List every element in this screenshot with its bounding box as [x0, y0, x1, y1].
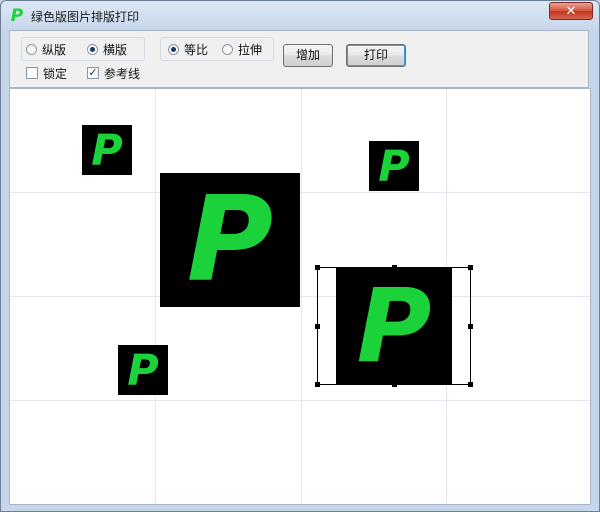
guide-line-horizontal	[10, 400, 590, 401]
layout-canvas[interactable]: P P P P P	[9, 88, 591, 505]
add-button[interactable]: 增加	[283, 44, 333, 67]
close-button[interactable]: ✕	[549, 2, 593, 20]
stretch-radio[interactable]: 拉伸	[222, 41, 262, 57]
guides-checkbox-box[interactable]: ✓	[87, 67, 99, 79]
app-p-icon: P	[10, 6, 24, 26]
resize-handle-top-left[interactable]	[315, 265, 320, 270]
proportional-radio[interactable]: 等比	[168, 41, 208, 57]
toolbar: 纵版 横版 等比 拉伸 锁定 ✓ 参考线 增加 打印	[9, 30, 589, 88]
resize-handle-bottom-left[interactable]	[315, 382, 320, 387]
p-logo-icon: P	[378, 142, 410, 191]
p-logo-icon: P	[357, 268, 432, 384]
lock-label: 锁定	[43, 66, 68, 81]
stretch-radio-indicator[interactable]	[222, 43, 233, 55]
proportional-label: 等比	[184, 42, 209, 57]
lock-checkbox[interactable]: 锁定	[26, 65, 67, 81]
proportional-radio-indicator[interactable]	[168, 43, 179, 55]
p-logo-icon: P	[91, 126, 123, 175]
resize-handle-right[interactable]	[468, 324, 473, 329]
landscape-radio[interactable]: 横版	[87, 41, 127, 57]
placed-image-selected[interactable]: P	[336, 268, 452, 384]
svg-text:P: P	[127, 346, 159, 395]
placed-image[interactable]: P	[369, 141, 419, 191]
app-window: P 绿色版图片排版打印 ✕ 纵版 横版 等比 拉伸 锁定 ✓ 参考线 增加 打印…	[0, 0, 600, 512]
svg-text:P: P	[91, 126, 123, 175]
print-button[interactable]: 打印	[346, 44, 406, 67]
guide-line-horizontal	[10, 296, 590, 297]
p-logo-icon: P	[187, 173, 273, 307]
guides-checkbox[interactable]: ✓ 参考线	[87, 65, 140, 81]
svg-text:P: P	[357, 268, 432, 384]
selected-image-frame[interactable]: P	[315, 265, 473, 387]
landscape-label: 横版	[103, 42, 128, 57]
landscape-radio-indicator[interactable]	[87, 43, 98, 55]
placed-image[interactable]: P	[160, 173, 300, 307]
placed-image[interactable]: P	[118, 345, 168, 395]
placed-image[interactable]: P	[82, 125, 132, 175]
resize-handle-left[interactable]	[315, 324, 320, 329]
resize-handle-bottom-right[interactable]	[468, 382, 473, 387]
portrait-radio-indicator[interactable]	[26, 43, 37, 55]
guide-line-horizontal	[10, 192, 590, 193]
resize-handle-top[interactable]	[392, 265, 397, 270]
svg-text:P: P	[378, 142, 410, 191]
stretch-label: 拉伸	[238, 42, 263, 57]
guides-label: 参考线	[104, 66, 141, 81]
p-logo-icon: P	[127, 346, 159, 395]
window-title: 绿色版图片排版打印	[31, 10, 140, 24]
lock-checkbox-box[interactable]	[26, 67, 38, 79]
portrait-radio[interactable]: 纵版	[26, 41, 66, 57]
portrait-label: 纵版	[42, 42, 67, 57]
resize-handle-top-right[interactable]	[468, 265, 473, 270]
svg-text:P: P	[187, 173, 273, 307]
resize-handle-bottom[interactable]	[392, 382, 397, 387]
title-bar[interactable]: P 绿色版图片排版打印 ✕	[1, 1, 599, 31]
